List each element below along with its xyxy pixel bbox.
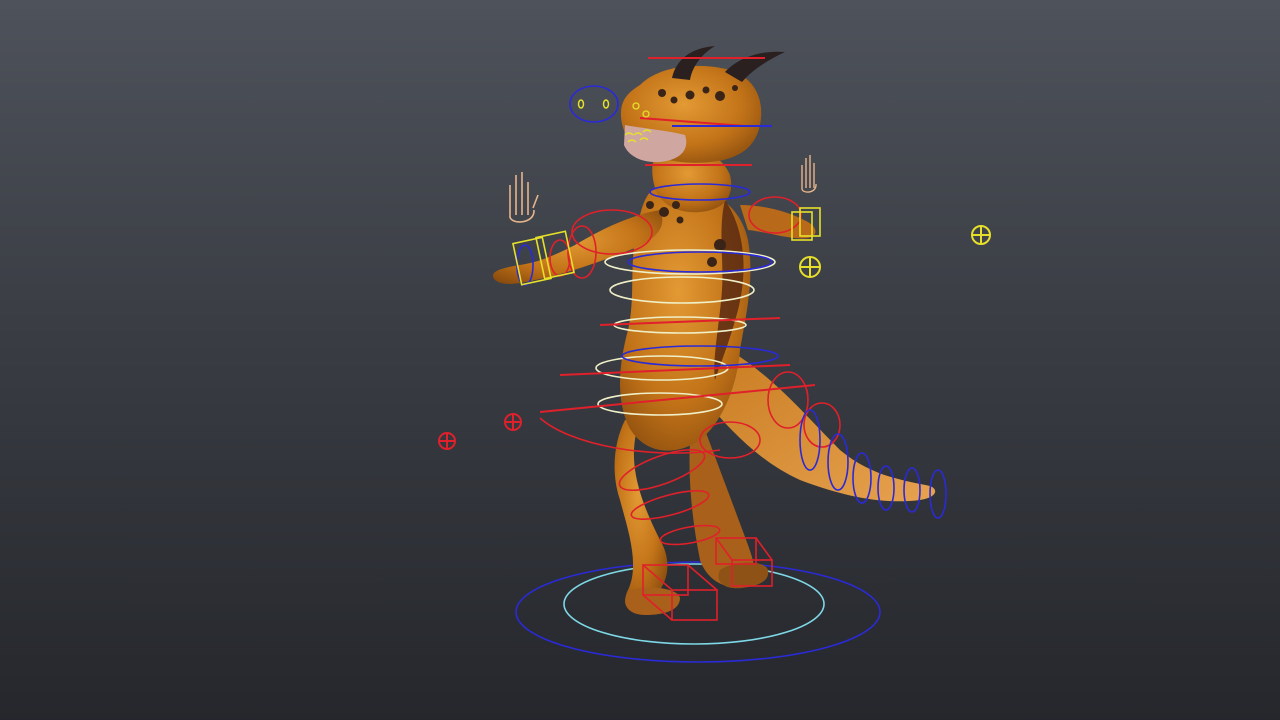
eye-target-ctrl[interactable] (569, 85, 619, 123)
hand-icon[interactable] (509, 172, 539, 223)
root-inner-ring[interactable] (563, 563, 825, 645)
root-control[interactable] (515, 561, 881, 663)
scene-canvas[interactable] (0, 0, 1280, 720)
pole-vector-knee-front[interactable] (438, 432, 456, 450)
pole-vector-knee-back[interactable] (504, 413, 522, 431)
locator-right-arm[interactable] (799, 256, 821, 278)
hand-icon-right[interactable] (801, 155, 817, 193)
character-mesh[interactable] (492, 46, 936, 615)
eye-ctrl-left[interactable] (577, 99, 610, 109)
root-outer-ring[interactable] (515, 561, 881, 663)
maya-viewport[interactable] (0, 0, 1280, 720)
locator-icon[interactable] (971, 225, 991, 245)
